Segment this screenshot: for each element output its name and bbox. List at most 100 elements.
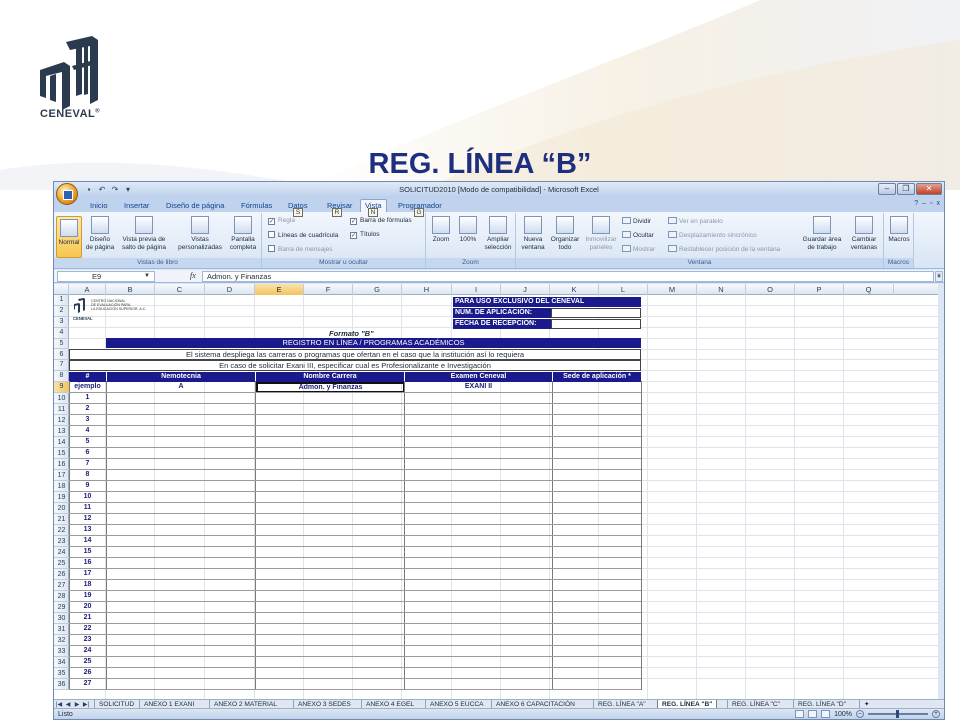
fecha-recepcion-value[interactable]: [551, 319, 641, 329]
row-header-17[interactable]: 17: [54, 470, 69, 482]
row-header-6[interactable]: 6: [54, 350, 69, 361]
insert-function-icon[interactable]: fx: [190, 271, 196, 280]
row-number-cell[interactable]: 22: [69, 625, 106, 632]
headings-checkbox[interactable]: ✓ Títulos: [350, 231, 380, 239]
row-header-4[interactable]: 4: [54, 328, 69, 339]
row-header-21[interactable]: 21: [54, 514, 69, 526]
zoom-out-icon[interactable]: –: [856, 710, 864, 718]
gridlines-checkbox[interactable]: Líneas de cuadrícula: [268, 231, 338, 239]
tab-insertar[interactable]: Insertar: [120, 200, 153, 212]
row-header-13[interactable]: 13: [54, 426, 69, 438]
zoom-button[interactable]: Zoom: [428, 216, 454, 244]
full-screen-button[interactable]: Pantalla completa: [226, 216, 260, 251]
column-header-k[interactable]: K: [550, 284, 599, 295]
select-all-corner[interactable]: [54, 284, 69, 295]
row-header-26[interactable]: 26: [54, 569, 69, 581]
row-number-cell[interactable]: 16: [69, 559, 106, 566]
row-number-cell[interactable]: 23: [69, 636, 106, 643]
zoom-selection-button[interactable]: Ampliar selección: [482, 216, 514, 251]
column-header-q[interactable]: Q: [844, 284, 894, 295]
unhide-button[interactable]: Mostrar: [622, 245, 655, 253]
row-header-29[interactable]: 29: [54, 602, 69, 614]
row-number-cell[interactable]: 13: [69, 526, 106, 533]
office-button[interactable]: [56, 183, 78, 205]
tab-diseno-pagina[interactable]: Diseño de página: [162, 200, 228, 212]
column-header-b[interactable]: B: [106, 284, 155, 295]
freeze-panes-button[interactable]: Inmovilizar paneles: [582, 216, 620, 251]
row-number-cell[interactable]: 25: [69, 658, 106, 665]
row-header-18[interactable]: 18: [54, 481, 69, 493]
zoom-100-button[interactable]: 100%: [456, 216, 480, 244]
row-number-cell[interactable]: 3: [69, 416, 106, 423]
column-header-n[interactable]: N: [697, 284, 746, 295]
row-number-cell[interactable]: 14: [69, 537, 106, 544]
row-header-2[interactable]: 2: [54, 306, 69, 317]
row-header-14[interactable]: 14: [54, 437, 69, 449]
page-break-preview-button[interactable]: Vista previa de salto de página: [116, 216, 172, 251]
doc-minimize-icon[interactable]: –: [922, 200, 926, 207]
split-button[interactable]: Dividir: [622, 217, 651, 225]
row-header-27[interactable]: 27: [54, 580, 69, 592]
column-header-l[interactable]: L: [599, 284, 648, 295]
column-header-j[interactable]: J: [501, 284, 550, 295]
message-bar-checkbox[interactable]: Barra de mensajes: [268, 245, 333, 253]
name-box[interactable]: E9: [57, 271, 155, 282]
row-number-cell[interactable]: 26: [69, 669, 106, 676]
arrange-all-button[interactable]: Organizar todo: [549, 216, 581, 251]
column-header-e[interactable]: E: [255, 284, 304, 295]
column-header-d[interactable]: D: [205, 284, 255, 295]
page-layout-button[interactable]: Diseño de página: [84, 216, 116, 251]
row-header-8[interactable]: 8: [54, 371, 69, 383]
row-number-cell[interactable]: 10: [69, 493, 106, 500]
page-break-status-icon[interactable]: [821, 710, 831, 718]
row-number-cell[interactable]: 1: [69, 394, 106, 401]
column-header-h[interactable]: H: [402, 284, 452, 295]
row-header-33[interactable]: 33: [54, 646, 69, 658]
expand-formula-bar-icon[interactable]: ¥: [935, 271, 943, 282]
row-header-35[interactable]: 35: [54, 668, 69, 680]
hide-button[interactable]: Ocultar: [622, 231, 654, 239]
column-header-g[interactable]: G: [353, 284, 402, 295]
row-header-7[interactable]: 7: [54, 360, 69, 372]
row-number-cell[interactable]: 24: [69, 647, 106, 654]
row-number-cell[interactable]: 7: [69, 460, 106, 467]
row-number-cell[interactable]: 12: [69, 515, 106, 522]
new-window-button[interactable]: Nueva ventana: [518, 216, 548, 251]
close-button[interactable]: ✕: [916, 183, 942, 195]
row-header-3[interactable]: 3: [54, 317, 69, 328]
save-workspace-button[interactable]: Guardar área de trabajo: [800, 216, 844, 251]
num-aplicacion-value[interactable]: [551, 308, 641, 318]
column-header-p[interactable]: P: [795, 284, 844, 295]
row-number-cell[interactable]: 27: [69, 680, 106, 687]
row-number-cell[interactable]: 18: [69, 581, 106, 588]
column-header-o[interactable]: O: [746, 284, 795, 295]
row-header-22[interactable]: 22: [54, 525, 69, 537]
row-header-31[interactable]: 31: [54, 624, 69, 636]
row-header-30[interactable]: 30: [54, 613, 69, 625]
row-header-36[interactable]: 36: [54, 679, 69, 691]
row-header-24[interactable]: 24: [54, 547, 69, 559]
column-header-m[interactable]: M: [648, 284, 697, 295]
row-number-cell[interactable]: 4: [69, 427, 106, 434]
row-number-cell[interactable]: 6: [69, 449, 106, 456]
row-number-cell[interactable]: 11: [69, 504, 106, 511]
minimize-button[interactable]: –: [878, 183, 896, 195]
zoom-slider[interactable]: [868, 710, 928, 718]
doc-close-icon[interactable]: x: [937, 200, 941, 207]
regla-checkbox[interactable]: ✓ Regla: [268, 217, 295, 225]
tab-formulas[interactable]: Fórmulas: [237, 200, 276, 212]
row-header-20[interactable]: 20: [54, 503, 69, 515]
row-number-cell[interactable]: 21: [69, 614, 106, 621]
row-header-32[interactable]: 32: [54, 635, 69, 647]
row-number-cell[interactable]: 9: [69, 482, 106, 489]
row-number-cell[interactable]: 17: [69, 570, 106, 577]
row-header-12[interactable]: 12: [54, 415, 69, 427]
row-number-cell[interactable]: 5: [69, 438, 106, 445]
macros-button[interactable]: Macros: [886, 216, 912, 244]
sync-scroll-button[interactable]: Desplazamiento sincrónico: [668, 231, 757, 239]
column-header-a[interactable]: A: [69, 284, 106, 295]
row-header-34[interactable]: 34: [54, 657, 69, 669]
row-header-5[interactable]: 5: [54, 339, 69, 350]
side-by-side-button[interactable]: Ver en paralelo: [668, 217, 723, 225]
restore-button[interactable]: ❐: [897, 183, 915, 195]
